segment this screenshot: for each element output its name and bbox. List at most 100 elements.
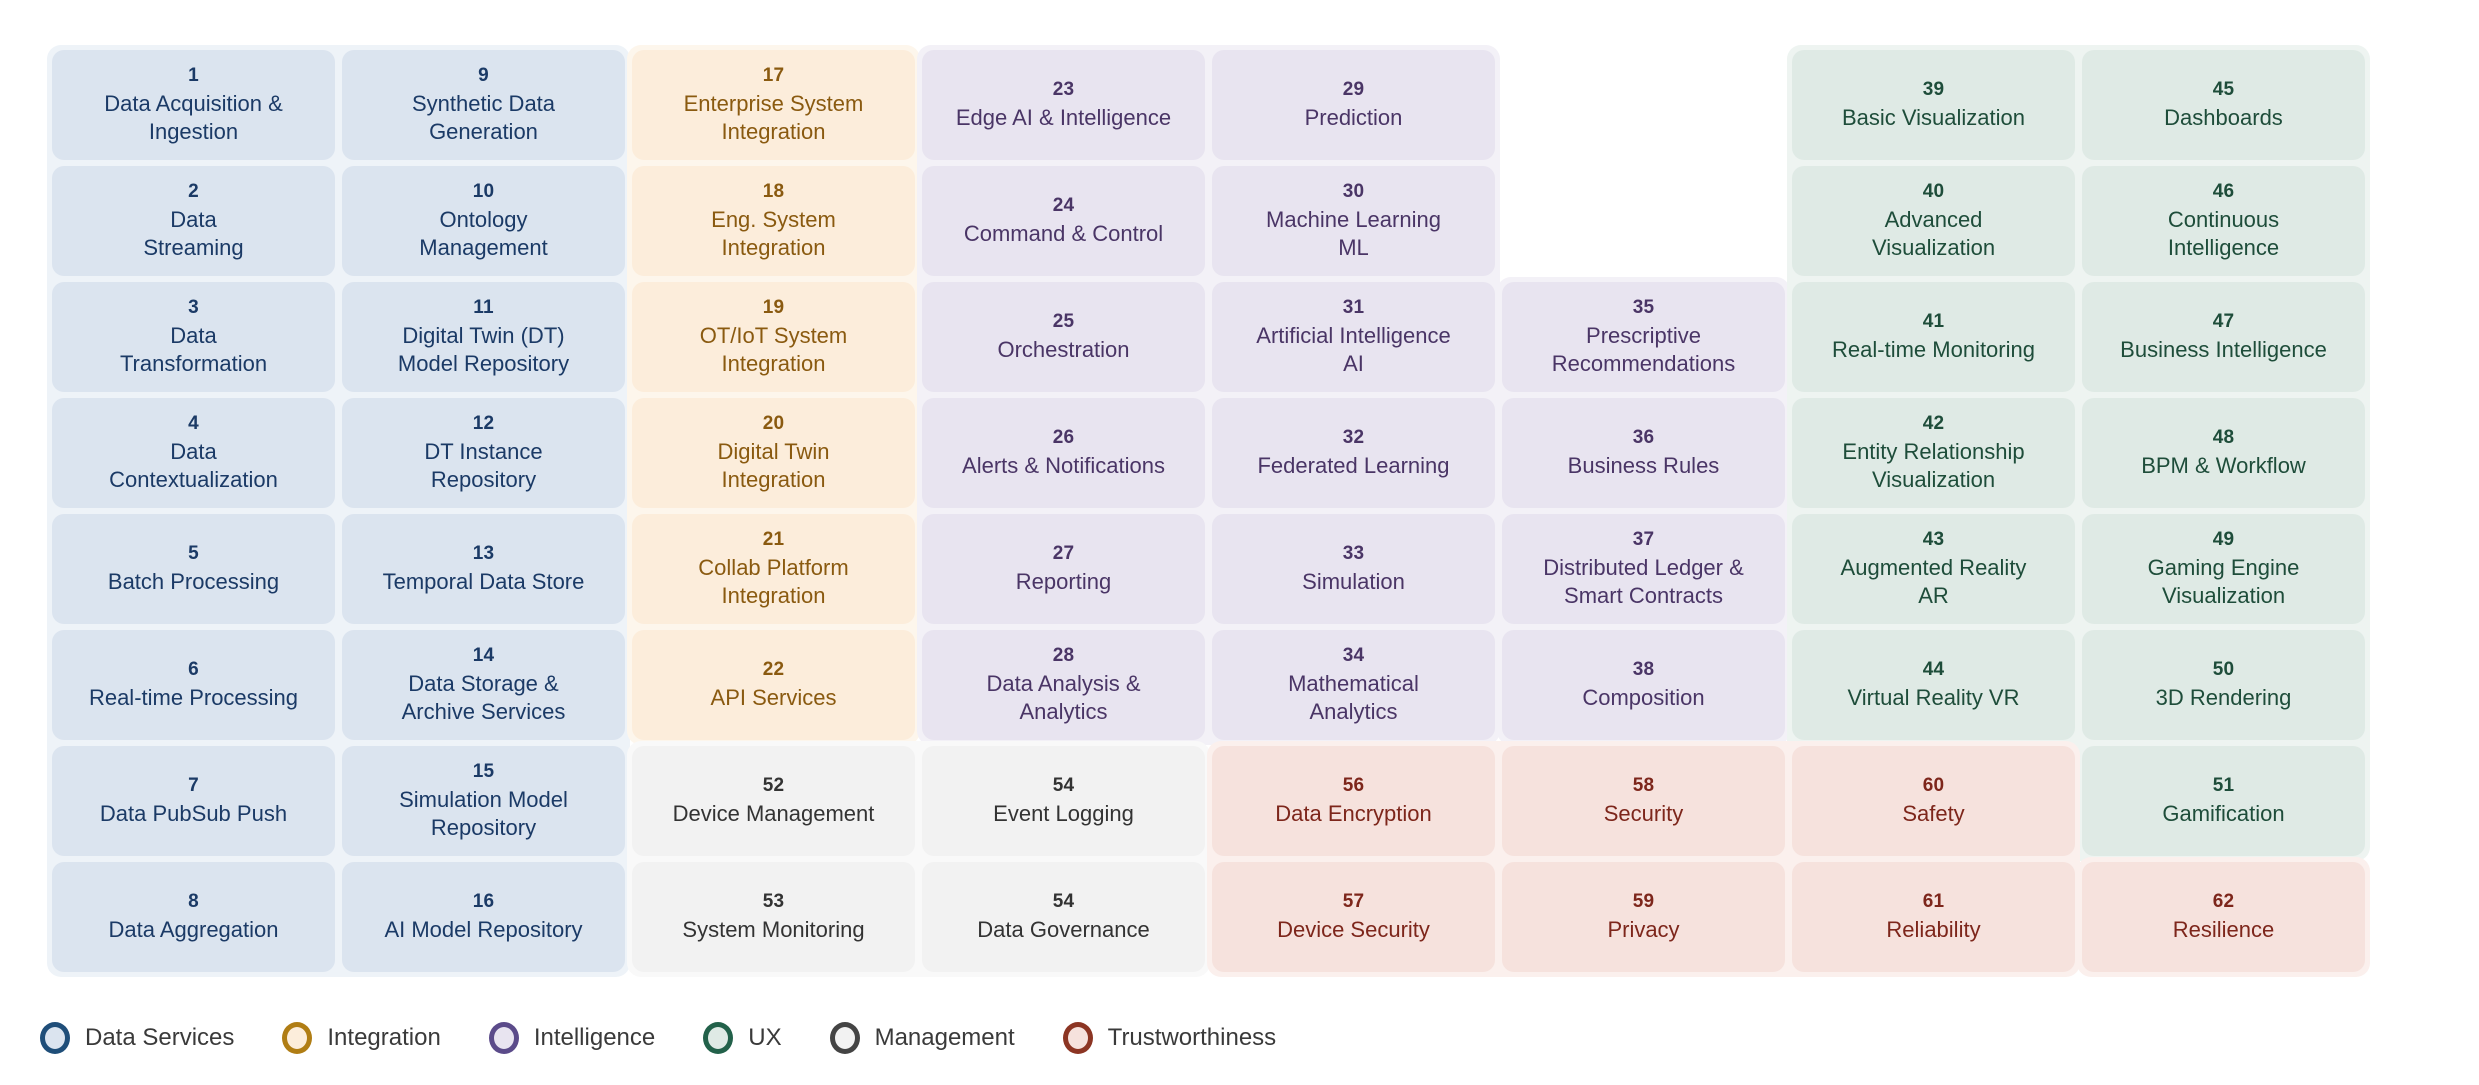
capability-number: 17 xyxy=(762,65,785,87)
capability-cell[interactable]: 58 Security xyxy=(1502,746,1785,856)
capability-number: 32 xyxy=(1342,427,1365,449)
capability-cell[interactable]: 57 Device Security xyxy=(1212,862,1495,972)
capability-cell[interactable]: 42 Entity Relationship Visualization xyxy=(1792,398,2075,508)
capability-cell[interactable]: 21 Collab Platform Integration xyxy=(632,514,915,624)
capability-label: Reporting xyxy=(1015,568,1112,594)
capability-cell[interactable]: 31 Artificial Intelligence AI xyxy=(1212,282,1495,392)
legend-ux[interactable]: UX xyxy=(703,1022,782,1054)
capability-label: Privacy xyxy=(1607,916,1680,942)
capability-cell[interactable]: 53 System Monitoring xyxy=(632,862,915,972)
capability-cell[interactable]: 18 Eng. System Integration xyxy=(632,166,915,276)
capability-cell[interactable]: 62 Resilience xyxy=(2082,862,2365,972)
capability-label: Augmented Reality AR xyxy=(1840,554,2027,608)
capability-cell[interactable]: 46 Continuous Intelligence xyxy=(2082,166,2365,276)
capability-cell[interactable]: 48 BPM & Workflow xyxy=(2082,398,2365,508)
legend-data[interactable]: Data Services xyxy=(40,1022,234,1054)
capability-cell[interactable]: 1 Data Acquisition & Ingestion xyxy=(52,50,335,160)
capability-number: 1 xyxy=(188,65,199,87)
capability-cell[interactable]: 60 Safety xyxy=(1792,746,2075,856)
capability-cell[interactable]: 36 Business Rules xyxy=(1502,398,1785,508)
capability-label: Advanced Visualization xyxy=(1871,206,1996,260)
capability-label: Device Management xyxy=(672,800,875,826)
capability-cell[interactable]: 59 Privacy xyxy=(1502,862,1785,972)
capability-cell[interactable]: 52 Device Management xyxy=(632,746,915,856)
capability-cell[interactable]: 30 Machine Learning ML xyxy=(1212,166,1495,276)
capability-cell[interactable]: 13 Temporal Data Store xyxy=(342,514,625,624)
capability-label: OT/IoT System Integration xyxy=(699,322,848,376)
capability-cell[interactable]: 44 Virtual Reality VR xyxy=(1792,630,2075,740)
capability-cell[interactable]: 9 Synthetic Data Generation xyxy=(342,50,625,160)
capability-cell[interactable]: 34 Mathematical Analytics xyxy=(1212,630,1495,740)
capability-cell[interactable]: 29 Prediction xyxy=(1212,50,1495,160)
capability-cell[interactable]: 54 Data Governance xyxy=(922,862,1205,972)
capability-label: DT Instance Repository xyxy=(424,438,543,492)
capability-cell[interactable]: 28 Data Analysis & Analytics xyxy=(922,630,1205,740)
capability-cell[interactable]: 49 Gaming Engine Visualization xyxy=(2082,514,2365,624)
capability-cell[interactable]: 4 Data Contextualization xyxy=(52,398,335,508)
legend-intelligence[interactable]: Intelligence xyxy=(488,1022,656,1054)
capability-cell[interactable]: 38 Composition xyxy=(1502,630,1785,740)
capability-label: Machine Learning ML xyxy=(1266,206,1441,260)
capability-number: 61 xyxy=(1922,891,1945,913)
capability-cell[interactable]: 39 Basic Visualization xyxy=(1792,50,2075,160)
capability-cell[interactable]: 41 Real-time Monitoring xyxy=(1792,282,2075,392)
capability-cell[interactable]: 27 Reporting xyxy=(922,514,1205,624)
capability-cell[interactable]: 3 Data Transformation xyxy=(52,282,335,392)
capability-cell[interactable]: 11 Digital Twin (DT) Model Repository xyxy=(342,282,625,392)
legend-label: Intelligence xyxy=(533,1024,656,1051)
capability-number: 57 xyxy=(1342,891,1365,913)
capability-number: 29 xyxy=(1342,79,1365,101)
legend-trustworthiness[interactable]: Trustworthiness xyxy=(1062,1022,1276,1054)
capability-number: 33 xyxy=(1342,543,1365,565)
legend-management[interactable]: Management xyxy=(829,1022,1015,1054)
capability-cell[interactable]: 40 Advanced Visualization xyxy=(1792,166,2075,276)
legend-circle-icon xyxy=(703,1022,734,1054)
capability-cell[interactable]: 37 Distributed Ledger & Smart Contracts xyxy=(1502,514,1785,624)
capability-label: Prediction xyxy=(1304,104,1403,130)
capability-label: Artificial Intelligence AI xyxy=(1256,322,1451,376)
capability-cell[interactable]: 35 Prescriptive Recommendations xyxy=(1502,282,1785,392)
capability-number: 43 xyxy=(1922,529,1945,551)
capability-number: 24 xyxy=(1052,195,1075,217)
capability-cell[interactable]: 26 Alerts & Notifications xyxy=(922,398,1205,508)
capability-cell[interactable]: 15 Simulation Model Repository xyxy=(342,746,625,856)
capability-cell[interactable]: 25 Orchestration xyxy=(922,282,1205,392)
capability-label: Ontology Management xyxy=(419,206,548,260)
capability-cell[interactable]: 6 Real-time Processing xyxy=(52,630,335,740)
capability-cell[interactable]: 5 Batch Processing xyxy=(52,514,335,624)
capability-cell[interactable]: 22 API Services xyxy=(632,630,915,740)
capability-label: Federated Learning xyxy=(1257,452,1450,478)
capability-label: Data Analysis & Analytics xyxy=(986,670,1141,724)
capability-cell[interactable]: 23 Edge AI & Intelligence xyxy=(922,50,1205,160)
capability-cell[interactable]: 2 Data Streaming xyxy=(52,166,335,276)
capability-label: Digital Twin Integration xyxy=(717,438,830,492)
capability-cell[interactable]: 17 Enterprise System Integration xyxy=(632,50,915,160)
capability-cell[interactable]: 61 Reliability xyxy=(1792,862,2075,972)
capability-cell[interactable]: 20 Digital Twin Integration xyxy=(632,398,915,508)
capability-label: Reliability xyxy=(1886,916,1981,942)
capability-cell[interactable]: 33 Simulation xyxy=(1212,514,1495,624)
capability-number: 25 xyxy=(1052,311,1075,333)
capability-cell[interactable]: 7 Data PubSub Push xyxy=(52,746,335,856)
capability-number: 60 xyxy=(1922,775,1945,797)
legend-integration[interactable]: Integration xyxy=(282,1022,441,1054)
capability-cell[interactable]: 45 Dashboards xyxy=(2082,50,2365,160)
capability-number: 58 xyxy=(1632,775,1655,797)
capability-cell[interactable]: 51 Gamification xyxy=(2082,746,2365,856)
capability-cell[interactable]: 32 Federated Learning xyxy=(1212,398,1495,508)
capability-cell[interactable]: 43 Augmented Reality AR xyxy=(1792,514,2075,624)
capability-cell[interactable]: 19 OT/IoT System Integration xyxy=(632,282,915,392)
capability-cell[interactable]: 10 Ontology Management xyxy=(342,166,625,276)
capability-number: 50 xyxy=(2212,659,2235,681)
capability-number: 36 xyxy=(1632,427,1655,449)
capability-cell[interactable]: 12 DT Instance Repository xyxy=(342,398,625,508)
capability-cell[interactable]: 14 Data Storage & Archive Services xyxy=(342,630,625,740)
capability-cell[interactable]: 56 Data Encryption xyxy=(1212,746,1495,856)
capability-number: 23 xyxy=(1052,79,1075,101)
capability-cell[interactable]: 24 Command & Control xyxy=(922,166,1205,276)
capability-cell[interactable]: 16 AI Model Repository xyxy=(342,862,625,972)
capability-cell[interactable]: 47 Business Intelligence xyxy=(2082,282,2365,392)
capability-cell[interactable]: 8 Data Aggregation xyxy=(52,862,335,972)
capability-cell[interactable]: 50 3D Rendering xyxy=(2082,630,2365,740)
capability-cell[interactable]: 54 Event Logging xyxy=(922,746,1205,856)
